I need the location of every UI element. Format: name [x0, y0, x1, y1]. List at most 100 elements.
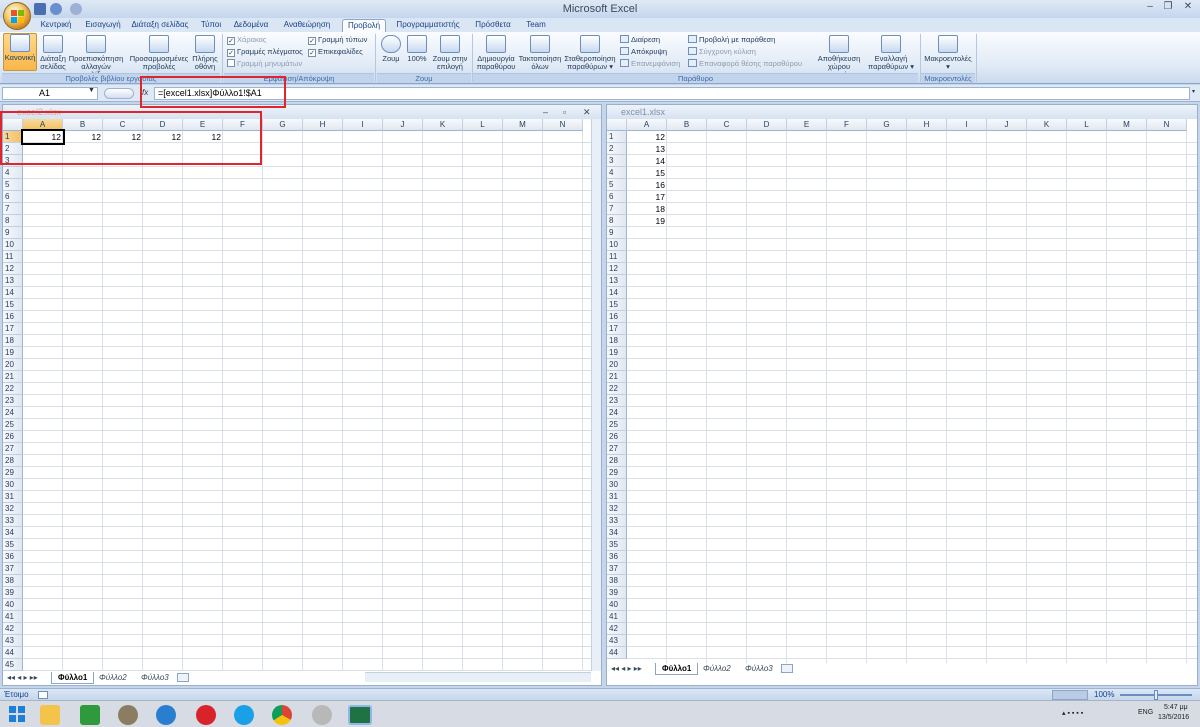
cell-e1[interactable]: 12 — [183, 131, 223, 143]
row-header-13[interactable]: 13 — [607, 275, 627, 287]
column-header-e[interactable]: E — [787, 119, 827, 131]
row-header-34[interactable]: 34 — [607, 527, 627, 539]
cell-a3[interactable]: 14 — [627, 155, 667, 167]
row-header-40[interactable]: 40 — [3, 599, 23, 611]
zoom-100-button[interactable]: 100% — [405, 35, 429, 71]
row-header-27[interactable]: 27 — [3, 443, 23, 455]
workbook-maximize-button[interactable]: ▫ — [563, 105, 566, 119]
tab-formulas[interactable]: Τύποι — [196, 19, 226, 32]
cell-a7[interactable]: 18 — [627, 203, 667, 215]
row-header-31[interactable]: 31 — [3, 491, 23, 503]
column-header-m[interactable]: M — [503, 119, 543, 131]
formula-bar-checkbox[interactable]: ✓ Γραμμή τύπων — [308, 35, 367, 45]
select-all-corner[interactable] — [607, 119, 627, 131]
row-header-23[interactable]: 23 — [3, 395, 23, 407]
page-break-preview-button[interactable]: Προεπισκόπηση αλλαγών σελίδας — [68, 35, 124, 79]
row-header-11[interactable]: 11 — [607, 251, 627, 263]
column-header-h[interactable]: H — [303, 119, 343, 131]
workbook-close-button[interactable]: ✕ — [583, 105, 591, 119]
column-header-b[interactable]: B — [63, 119, 103, 131]
row-header-37[interactable]: 37 — [607, 563, 627, 575]
insert-sheet-icon[interactable] — [781, 664, 793, 673]
column-header-k[interactable]: K — [1027, 119, 1067, 131]
save-workspace-button[interactable]: Αποθήκευση χώρου εργασίας — [812, 35, 866, 79]
vertical-scrollbar[interactable] — [591, 119, 601, 671]
select-all-corner[interactable] — [3, 119, 23, 131]
column-header-k[interactable]: K — [423, 119, 463, 131]
workbook-minimize-button[interactable]: – — [543, 105, 548, 119]
column-header-d[interactable]: D — [143, 119, 183, 131]
minimize-button[interactable]: – — [1142, 1, 1158, 13]
arrange-all-button[interactable]: Τακτοποίηση όλων — [518, 35, 562, 71]
custom-views-button[interactable]: Προσαρμοσμένες προβολές — [128, 35, 190, 71]
row-header-2[interactable]: 2 — [3, 143, 23, 155]
formula-input[interactable]: =[excel1.xlsx]Φύλλο1!$A1 — [154, 87, 1190, 100]
cell-a8[interactable]: 19 — [627, 215, 667, 227]
unhide-button[interactable]: Επανεμφάνιση — [620, 59, 680, 69]
row-header-30[interactable]: 30 — [3, 479, 23, 491]
row-header-11[interactable]: 11 — [3, 251, 23, 263]
row-header-35[interactable]: 35 — [3, 539, 23, 551]
row-header-15[interactable]: 15 — [607, 299, 627, 311]
sheet-tab-2[interactable]: Φύλλο2 — [93, 672, 133, 684]
cell-a1[interactable]: 12 — [21, 129, 65, 145]
tab-insert[interactable]: Εισαγωγή — [82, 19, 124, 32]
row-header-36[interactable]: 36 — [3, 551, 23, 563]
column-header-i[interactable]: I — [343, 119, 383, 131]
tab-view[interactable]: Προβολή — [342, 19, 386, 32]
app-icon[interactable] — [312, 705, 332, 725]
sheet-tab-1[interactable]: Φύλλο1 — [655, 663, 699, 675]
row-header-43[interactable]: 43 — [3, 635, 23, 647]
excel-taskbar-icon[interactable] — [348, 705, 372, 725]
row-header-43[interactable]: 43 — [607, 635, 627, 647]
worksheet-grid[interactable]: A B C D E F G H I J K L M N 1 2 3 4 5 6 7 8 9 10 11 12 13 14 15 16 17 1… — [607, 119, 1197, 663]
row-header-9[interactable]: 9 — [607, 227, 627, 239]
store-icon[interactable] — [80, 705, 100, 725]
cell-d1[interactable]: 12 — [143, 131, 183, 143]
tab-data[interactable]: Δεδομένα — [230, 19, 272, 32]
edge-icon[interactable] — [156, 705, 176, 725]
column-header-g[interactable]: G — [867, 119, 907, 131]
cell-a6[interactable]: 17 — [627, 191, 667, 203]
row-header-33[interactable]: 33 — [607, 515, 627, 527]
column-header-h[interactable]: H — [907, 119, 947, 131]
row-header-14[interactable]: 14 — [3, 287, 23, 299]
zoom-slider-thumb[interactable] — [1154, 690, 1158, 700]
column-header-f[interactable]: F — [223, 119, 263, 131]
row-header-45[interactable]: 45 — [3, 659, 23, 671]
row-header-14[interactable]: 14 — [607, 287, 627, 299]
column-header-c[interactable]: C — [103, 119, 143, 131]
name-box-dropdown-icon[interactable]: ▼ — [88, 87, 95, 94]
clock-date[interactable]: 13/5/2016 — [1158, 714, 1189, 721]
row-header-6[interactable]: 6 — [607, 191, 627, 203]
reset-position-button[interactable]: Επαναφορά θέσης παραθύρου — [688, 59, 802, 69]
tab-team[interactable]: Team — [520, 19, 552, 32]
row-header-35[interactable]: 35 — [607, 539, 627, 551]
formula-bar-expand-icon[interactable]: ▾ — [1192, 88, 1199, 99]
gridlines-checkbox[interactable]: ✓ Γραμμές πλέγματος — [227, 47, 303, 57]
row-header-31[interactable]: 31 — [607, 491, 627, 503]
row-header-38[interactable]: 38 — [607, 575, 627, 587]
row-header-17[interactable]: 17 — [3, 323, 23, 335]
row-header-1[interactable]: 1 — [3, 131, 23, 143]
tab-developer[interactable]: Προγραμματιστής — [390, 19, 466, 32]
row-header-23[interactable]: 23 — [607, 395, 627, 407]
row-header-21[interactable]: 21 — [607, 371, 627, 383]
horizontal-scrollbar[interactable] — [365, 672, 591, 682]
row-header-5[interactable]: 5 — [607, 179, 627, 191]
clock-time[interactable]: 5:47 μμ — [1164, 704, 1188, 711]
row-header-44[interactable]: 44 — [3, 647, 23, 659]
row-header-29[interactable]: 29 — [607, 467, 627, 479]
row-header-19[interactable]: 19 — [607, 347, 627, 359]
row-header-8[interactable]: 8 — [607, 215, 627, 227]
sheet-tab-2[interactable]: Φύλλο2 — [697, 663, 737, 675]
office-button[interactable] — [3, 2, 31, 30]
column-header-i[interactable]: I — [947, 119, 987, 131]
row-header-16[interactable]: 16 — [607, 311, 627, 323]
ruler-checkbox[interactable]: ✓ Χάρακας — [227, 35, 267, 45]
row-header-41[interactable]: 41 — [607, 611, 627, 623]
row-header-26[interactable]: 26 — [607, 431, 627, 443]
restore-button[interactable]: ❐ — [1160, 1, 1176, 13]
tab-review[interactable]: Αναθεώρηση — [276, 19, 338, 32]
close-button[interactable]: ✕ — [1180, 1, 1196, 13]
